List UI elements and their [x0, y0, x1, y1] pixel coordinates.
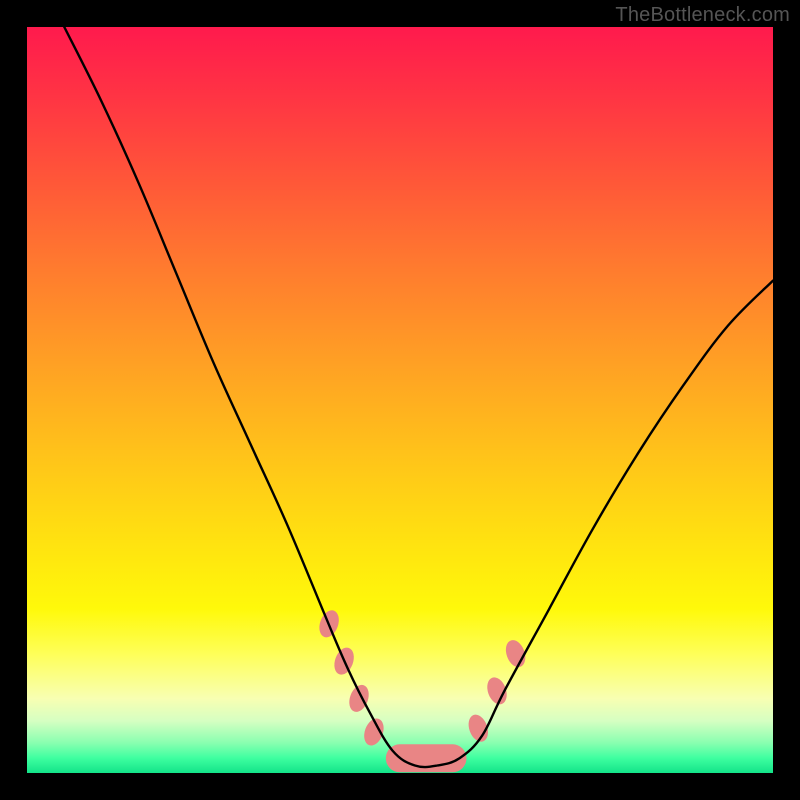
markers-group: [316, 608, 529, 773]
bottleneck-curve: [64, 27, 773, 767]
attribution-label: TheBottleneck.com: [615, 4, 790, 27]
chart-svg: [27, 27, 773, 773]
curve-marker-8: [484, 675, 510, 707]
chart-frame: TheBottleneck.com: [0, 0, 800, 800]
plot-area: [27, 27, 773, 773]
